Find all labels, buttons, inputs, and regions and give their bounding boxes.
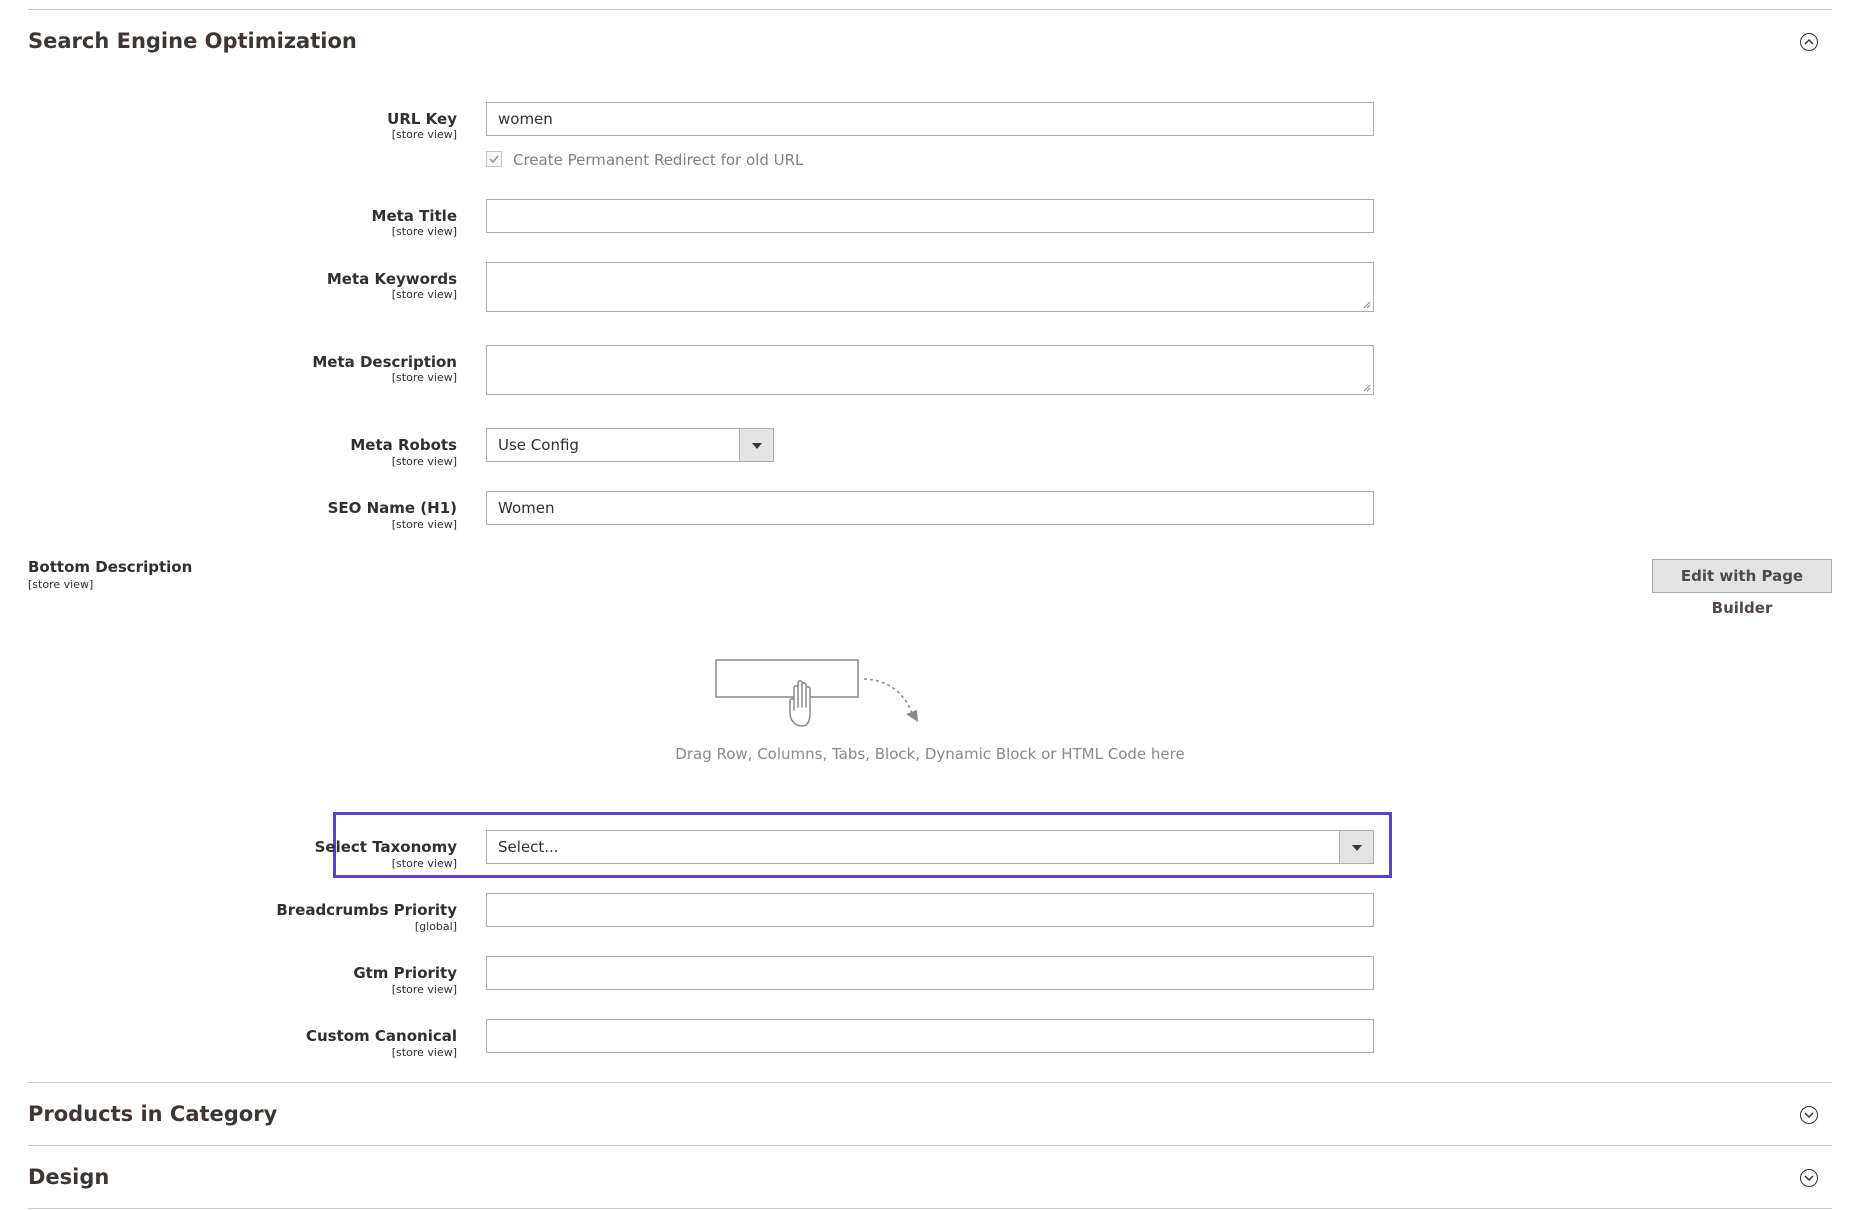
section-title-seo[interactable]: Search Engine Optimization [28, 29, 357, 53]
meta-keywords-textarea[interactable] [486, 262, 1374, 312]
custom-canonical-scope: [store view] [391, 1046, 457, 1059]
section-divider [28, 1082, 1832, 1083]
meta-robots-select[interactable]: Use Config [486, 428, 774, 462]
meta-robots-label: Meta Robots [350, 436, 457, 454]
meta-keywords-label: Meta Keywords [326, 270, 457, 288]
chevron-down-icon[interactable] [1800, 1106, 1818, 1124]
breadcrumbs-priority-label: Breadcrumbs Priority [276, 901, 457, 919]
meta-title-input[interactable] [486, 199, 1374, 233]
url-key-scope: [store view] [391, 128, 457, 141]
section-title-design[interactable]: Design [28, 1165, 109, 1189]
select-taxonomy-value: Select... [498, 838, 559, 856]
seo-name-input[interactable]: Women [486, 491, 1374, 525]
section-title-products-in-category[interactable]: Products in Category [28, 1102, 277, 1126]
dropdown-arrow-icon[interactable] [739, 429, 773, 461]
custom-canonical-label: Custom Canonical [305, 1027, 457, 1045]
chevron-down-icon[interactable] [1800, 1169, 1818, 1187]
seo-name-label: SEO Name (H1) [327, 499, 457, 517]
meta-robots-scope: [store view] [391, 455, 457, 468]
bottom-description-label: Bottom Description [28, 558, 193, 576]
gtm-priority-scope: [store view] [391, 983, 457, 996]
section-divider [28, 1208, 1832, 1209]
section-divider [28, 1145, 1832, 1146]
meta-description-label: Meta Description [312, 353, 457, 371]
gtm-priority-input[interactable] [486, 956, 1374, 990]
page-builder-drop-hint: Drag Row, Columns, Tabs, Block, Dynamic … [675, 745, 1185, 763]
resize-grip-icon[interactable] [1363, 301, 1371, 309]
meta-robots-value: Use Config [498, 436, 579, 454]
select-taxonomy-select[interactable]: Select... [486, 830, 1374, 864]
redirect-checkbox[interactable] [486, 151, 502, 167]
redirect-checkbox-label[interactable]: Create Permanent Redirect for old URL [513, 151, 803, 169]
meta-title-label: Meta Title [371, 207, 457, 225]
edit-with-page-builder-button[interactable]: Edit with Page Builder [1652, 559, 1832, 617]
select-taxonomy-scope: [store view] [391, 857, 457, 870]
breadcrumbs-priority-input[interactable] [486, 893, 1374, 927]
select-taxonomy-label: Select Taxonomy [314, 838, 457, 856]
bottom-description-scope: [store view] [28, 578, 94, 591]
resize-grip-icon[interactable] [1363, 384, 1371, 392]
section-divider [28, 9, 1832, 10]
meta-title-scope: [store view] [391, 225, 457, 238]
seo-name-scope: [store view] [391, 518, 457, 531]
url-key-input[interactable]: women [486, 102, 1374, 136]
dropdown-arrow-icon[interactable] [1339, 831, 1373, 863]
meta-keywords-scope: [store view] [391, 288, 457, 301]
custom-canonical-input[interactable] [486, 1019, 1374, 1053]
breadcrumbs-priority-scope: [global] [414, 920, 457, 933]
url-key-label: URL Key [387, 110, 457, 128]
drag-drop-hand-icon [715, 659, 918, 727]
meta-description-scope: [store view] [391, 371, 457, 384]
chevron-up-icon[interactable] [1800, 33, 1818, 51]
meta-description-textarea[interactable] [486, 345, 1374, 395]
gtm-priority-label: Gtm Priority [353, 964, 457, 982]
